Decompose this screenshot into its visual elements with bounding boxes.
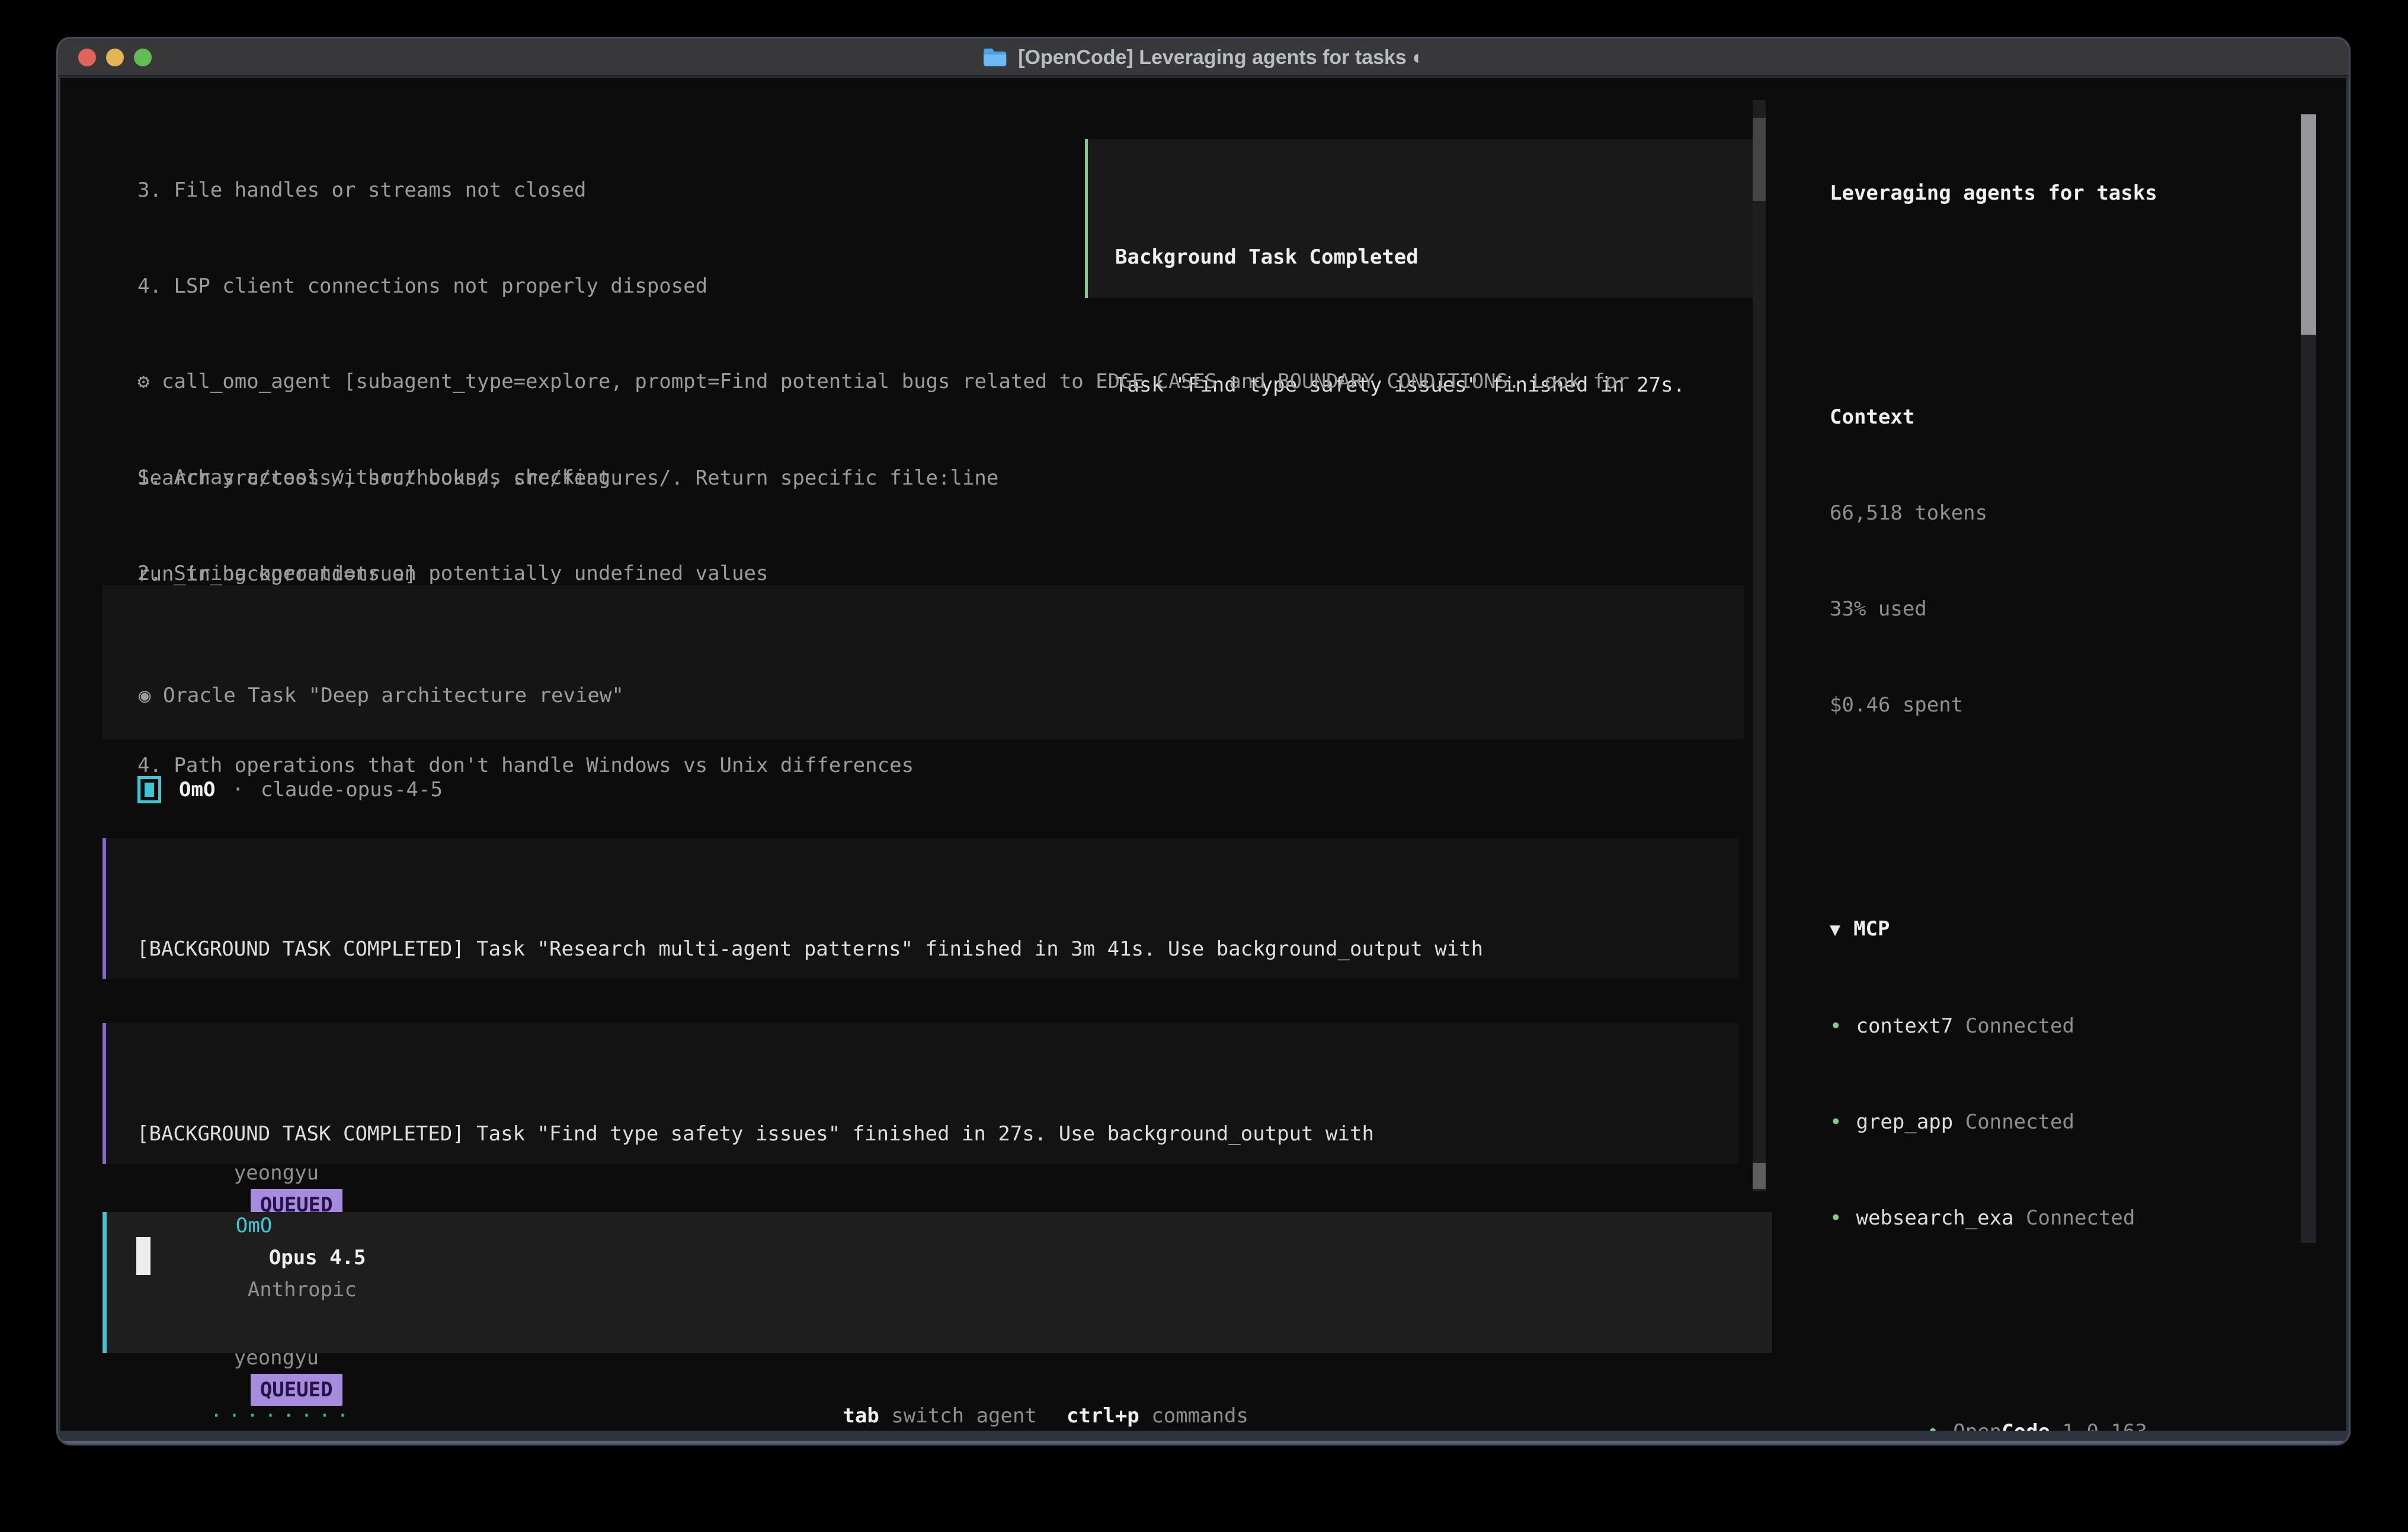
task-message-line: [BACKGROUND TASK COMPLETED] Task "Find t…: [137, 1118, 1739, 1150]
tab-key-label: switch agent: [879, 1404, 1037, 1428]
background-task-toast[interactable]: Background Task Completed Task "Find typ…: [1085, 139, 1760, 298]
omo-agent-icon: [137, 776, 161, 803]
scrollbar-thumb[interactable]: [2301, 114, 2316, 335]
scrollbar-thumb[interactable]: [1753, 1163, 1766, 1189]
input-model: Opus 4.5: [269, 1246, 366, 1270]
input-provider: Anthropic: [248, 1278, 357, 1302]
separator-dot: ·: [232, 774, 244, 806]
session-title: Leveraging agents for tasks: [1830, 177, 2304, 209]
prompt-input[interactable]: OmO Opus 4.5 Anthropic: [103, 1212, 1772, 1353]
terminal-content: 3. File handles or streams not closed 4.…: [60, 78, 2346, 1431]
agent-name: OmO: [179, 774, 215, 806]
window-title-text: [OpenCode] Leveraging agents for tasks ◐: [1018, 39, 1424, 76]
context-heading: Context: [1830, 401, 2304, 433]
commands-key-label: commands: [1139, 1404, 1248, 1428]
commands-key-hint: ctrl+p: [1067, 1404, 1139, 1428]
tool-call-line: 2. String operations on potentially unde…: [137, 557, 1629, 589]
status-dot-icon: •: [1830, 1110, 1842, 1134]
task-message: [BACKGROUND TASK COMPLETED] Task "Find t…: [103, 1023, 1739, 1164]
traffic-lights: [78, 49, 152, 66]
context-used: 33% used: [1830, 593, 2304, 625]
gear-icon: ⚙: [137, 370, 149, 393]
task-message-line: [BACKGROUND TASK COMPLETED] Task "Resear…: [137, 933, 1739, 965]
chat-scrollbar[interactable]: [1753, 100, 1766, 1191]
status-dot-icon: •: [1830, 1206, 1842, 1230]
mcp-item: •websearch_exa Connected: [1830, 1202, 2304, 1234]
zoom-button[interactable]: [134, 49, 152, 66]
sidebar-scrollbar[interactable]: [2301, 114, 2316, 1243]
scrollback-line: 3. File handles or streams not closed: [137, 174, 998, 206]
mcp-item: •grep_app Connected: [1830, 1106, 2304, 1138]
context-spent: $0.46 spent: [1830, 689, 2304, 721]
spinner-dots-icon: ········: [210, 1404, 355, 1428]
agent-model: claude-opus-4-5: [261, 774, 443, 806]
task-message: [BACKGROUND TASK COMPLETED] Task "Resear…: [103, 838, 1739, 979]
tool-call-line: 1. Array access without bounds checking: [137, 461, 1629, 493]
folder-icon: [982, 47, 1007, 68]
context-tokens: 66,518 tokens: [1830, 497, 2304, 529]
oracle-task-box[interactable]: ◉ Oracle Task "Deep architecture review"…: [103, 585, 1744, 739]
scrollbar-thumb[interactable]: [1753, 118, 1766, 201]
oracle-task-title: ◉ Oracle Task "Deep architecture review": [139, 680, 1744, 711]
status-dot-icon: •: [1927, 1420, 1939, 1431]
status-bar-right: tab switch agent ctrl+p commands: [746, 1368, 1248, 1431]
agent-header: OmO · claude-opus-4-5: [137, 774, 443, 806]
close-button[interactable]: [78, 49, 96, 66]
status-bar: ········ esc interrupt tab switch agentc…: [137, 1368, 1761, 1400]
oracle-icon: ◉: [139, 684, 150, 707]
scrollback-line: 4. LSP client connections not properly d…: [137, 270, 998, 302]
minimize-button[interactable]: [106, 49, 124, 66]
sidebar: Leveraging agents for tasks Context 66,5…: [1797, 78, 2346, 1431]
status-dot-icon: •: [1830, 1014, 1842, 1038]
mcp-section-header[interactable]: ▼MCP: [1830, 913, 2304, 946]
mcp-item: •context7 Connected: [1830, 1010, 2304, 1042]
tab-key-hint: tab: [843, 1404, 879, 1428]
window-title: [OpenCode] Leveraging agents for tasks ◐: [982, 39, 1424, 76]
input-meta: OmO Opus 4.5 Anthropic: [139, 1178, 366, 1338]
title-bar: [OpenCode] Leveraging agents for tasks ◐: [58, 39, 2349, 76]
app-window: [OpenCode] Leveraging agents for tasks ◐…: [56, 37, 2351, 1446]
tool-call-line: ⚙ call_omo_agent [subagent_type=explore,…: [137, 366, 1629, 398]
app-version: •OpenCode 1.0.163: [1830, 1384, 2147, 1431]
toast-title: Background Task Completed: [1115, 241, 1730, 273]
input-agent-name: OmO: [236, 1214, 272, 1238]
chevron-down-icon: ▼: [1830, 919, 1840, 940]
